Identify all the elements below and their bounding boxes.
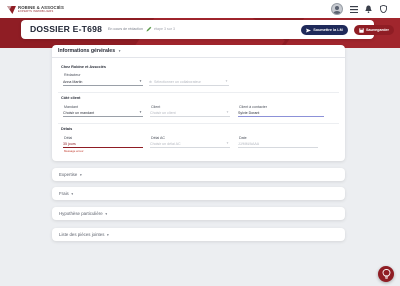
client-select[interactable]: Choisir un client ▼ (150, 110, 230, 117)
chevron-down-icon: ▼ (139, 79, 142, 83)
logo-mark-icon (7, 5, 16, 14)
status-text: En cours de rédaction (108, 27, 143, 31)
company-logo[interactable]: ROBINE & ASSOCIÉS EXPERTS IMMOBILIERS (7, 4, 64, 15)
mandant-select[interactable]: Choisir un mandant ▼ (63, 110, 143, 117)
chez-robine-title: Chez Robine et Associés (61, 65, 107, 69)
mandant-label: Mandant (64, 105, 78, 109)
delai-ac-select[interactable]: Choisir un délai AC ▼ (150, 141, 230, 148)
step-indicator: étape 3 sur 3 (154, 27, 175, 31)
lightbulb-icon (382, 269, 390, 279)
chevron-down-icon: ▼ (226, 110, 229, 114)
pencil-icon (146, 26, 152, 32)
section-pieces-jointes-title: Liste des pièces jointes (59, 232, 105, 237)
general-info-title: Informations générales (58, 48, 116, 54)
client-contact-label: Client à contacter (239, 105, 267, 109)
caret-down-icon: ▼ (70, 191, 74, 196)
chevron-down-icon: ▼ (139, 110, 142, 114)
caret-down-icon: ▼ (79, 172, 83, 177)
redacteur-label: Rédacteur (64, 73, 81, 77)
chevron-down-icon: ▼ (226, 141, 229, 145)
redacteur-select[interactable]: Anna Martin ▼ (63, 79, 143, 86)
section-pieces-jointes[interactable]: Liste des pièces jointes ▼ (52, 228, 345, 241)
logo-subtitle: EXPERTS IMMOBILIERS (18, 9, 54, 13)
date-label: Date (239, 136, 247, 140)
add-person-icon: ⊕ (149, 80, 153, 84)
dossier-header: DOSSIER E-T698 En cours de rédaction éta… (21, 20, 394, 39)
delai-label: Délai (64, 136, 73, 140)
section-frais[interactable]: Frais ▼ (52, 187, 345, 200)
caret-down-icon: ▼ (106, 232, 110, 237)
delai-input[interactable]: 35 jours (63, 141, 143, 148)
delai-error-message: Message erreur (64, 149, 84, 153)
top-bar: ROBINE & ASSOCIÉS EXPERTS IMMOBILIERS (0, 0, 400, 18)
section-frais-title: Frais (59, 191, 69, 196)
bell-icon[interactable] (364, 5, 373, 14)
cote-client-title: Côté client (61, 96, 81, 100)
general-info-card: Informations générales ▼ Chez Robine et … (52, 45, 345, 161)
client-label: Client (151, 105, 161, 109)
dossier-title: DOSSIER E-T698 (30, 24, 103, 34)
section-expertise[interactable]: Expertise ▼ (52, 168, 345, 181)
save-icon (359, 27, 364, 33)
delai-ac-label: Délai AC (151, 136, 165, 140)
delais-title: Délais (61, 127, 73, 131)
menu-icon[interactable] (349, 5, 358, 14)
section-expertise-title: Expertise (59, 172, 78, 177)
section-hypothese-title: Hypothèse particulière (59, 211, 103, 216)
section-hypothese[interactable]: Hypothèse particulière ▼ (52, 207, 345, 220)
save-button[interactable]: Sauvegarder (354, 25, 394, 35)
shield-icon[interactable] (379, 5, 388, 14)
chevron-down-icon: ▼ (225, 79, 228, 83)
date-input[interactable]: JJ/MM/AAAA (238, 141, 318, 148)
user-avatar[interactable] (331, 3, 343, 15)
save-label: Sauvegarder (365, 28, 389, 32)
send-icon (306, 28, 312, 32)
top-icons (331, 3, 388, 15)
caret-down-icon: ▼ (118, 49, 122, 53)
caret-down-icon: ▼ (104, 211, 108, 216)
client-contact-input[interactable]: Sylvie Dorant (238, 110, 324, 117)
general-info-header[interactable]: Informations générales ▼ (58, 48, 121, 54)
collaborateur-select[interactable]: ⊕ Sélectionner un collaborateur ▼ (149, 79, 229, 86)
help-button[interactable] (378, 266, 394, 282)
submit-lm-label: Soumettre la LM (313, 28, 343, 32)
submit-lm-button[interactable]: Soumettre la LM (301, 25, 348, 35)
